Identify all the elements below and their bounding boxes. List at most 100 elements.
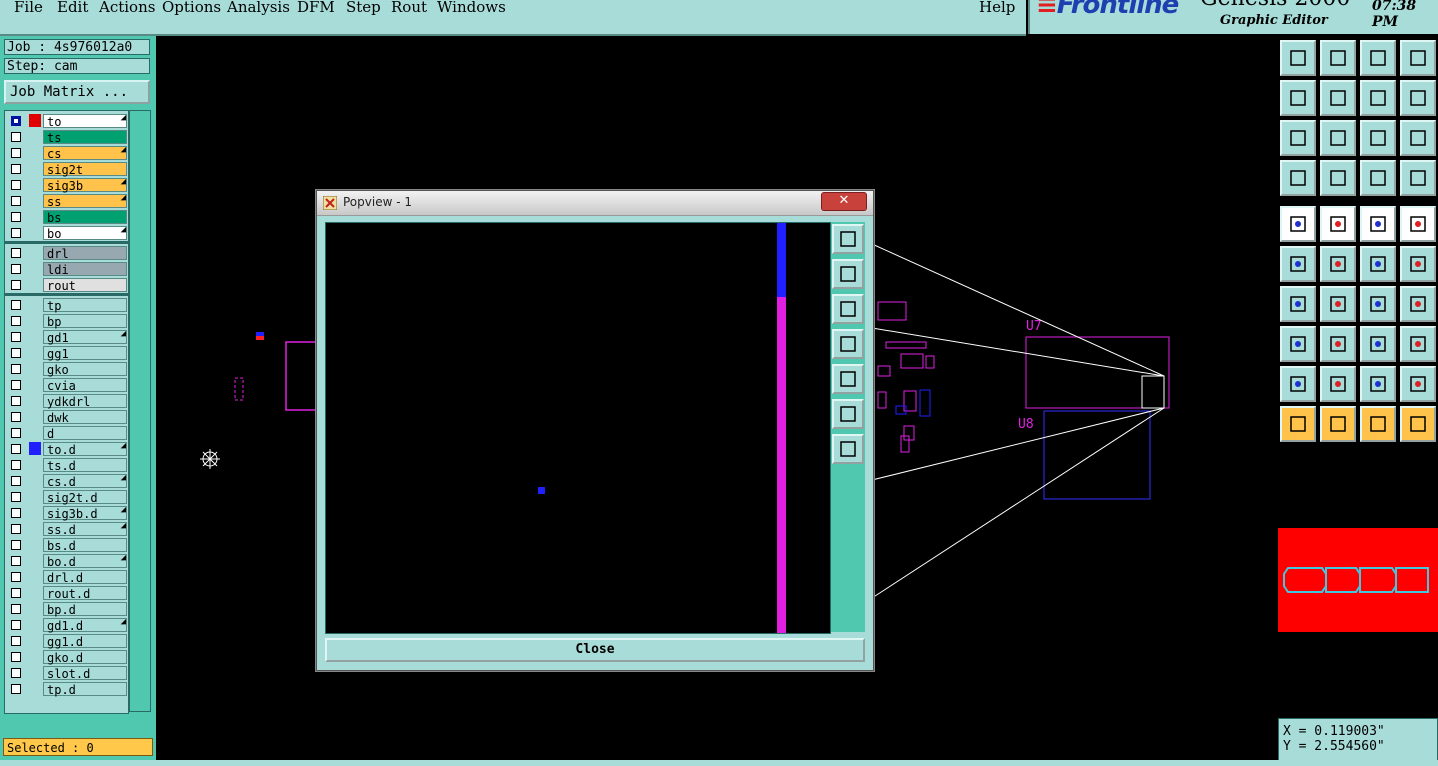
layer-checkbox[interactable] (11, 196, 21, 206)
layer-color-marker[interactable] (29, 246, 41, 259)
one-to-one-button[interactable] (1360, 120, 1396, 156)
layer-name[interactable]: to.d (43, 442, 127, 457)
layer-name[interactable]: drl (43, 246, 127, 261)
layer-name[interactable]: ldi (43, 262, 127, 277)
layer-color-marker[interactable] (29, 618, 41, 631)
layer-row[interactable]: gko.d (5, 649, 128, 665)
layer-checkbox[interactable] (11, 428, 21, 438)
layer-checkbox[interactable] (11, 180, 21, 190)
layer-row[interactable]: gd1 ◢ (5, 329, 128, 345)
layer-color-marker[interactable] (29, 682, 41, 695)
layer-name[interactable]: bs (43, 210, 127, 225)
layer-color-marker[interactable] (29, 330, 41, 343)
layer-color-marker[interactable] (29, 426, 41, 439)
pan-left-button[interactable] (1280, 80, 1316, 116)
layer-name[interactable]: sig2t.d (43, 490, 127, 505)
minus-button[interactable] (1320, 326, 1356, 362)
layer-name[interactable]: cs.d (43, 474, 127, 489)
measure-button[interactable] (1280, 160, 1316, 196)
layer-checkbox[interactable] (11, 572, 21, 582)
layer-name[interactable]: bo (43, 226, 127, 241)
layer-color-marker[interactable] (29, 570, 41, 583)
layer-color-marker[interactable] (29, 298, 41, 311)
layer-checkbox[interactable] (11, 280, 21, 290)
layer-checkbox[interactable] (11, 540, 21, 550)
pv-center-button[interactable] (832, 434, 864, 464)
layer-row[interactable]: ydkdrl (5, 393, 128, 409)
center-button[interactable] (1320, 120, 1356, 156)
layer-name[interactable]: rout.d (43, 586, 127, 601)
layer-name[interactable]: bp.d (43, 602, 127, 617)
layer-name[interactable]: gd1 (43, 330, 127, 345)
layer-row[interactable]: d (5, 425, 128, 441)
layer-name[interactable]: gg1.d (43, 634, 127, 649)
menu-dfm[interactable]: DFM (297, 0, 335, 16)
layer-color-marker[interactable] (29, 538, 41, 551)
layer-name[interactable]: ts (43, 130, 127, 145)
layer-scrollbar[interactable] (129, 110, 151, 712)
pan-right-button[interactable] (1320, 80, 1356, 116)
layer-checkbox[interactable] (11, 620, 21, 630)
pv-zoom-in-button[interactable] (832, 259, 864, 289)
layer-row[interactable]: cs ◢ (5, 145, 128, 161)
layer-checkbox[interactable] (11, 588, 21, 598)
layer-checkbox[interactable] (11, 212, 21, 222)
layer-checkbox[interactable] (11, 316, 21, 326)
layers-red-button[interactable] (1360, 160, 1396, 196)
layer-row[interactable]: bp (5, 313, 128, 329)
layer-row[interactable]: cvia (5, 377, 128, 393)
layer-name[interactable]: gg1 (43, 346, 127, 361)
move-button[interactable] (1280, 326, 1316, 362)
pointer-button[interactable] (1280, 406, 1316, 442)
layer-row[interactable]: rout.d (5, 585, 128, 601)
layer-checkbox[interactable] (11, 132, 21, 142)
layer-checkbox[interactable] (11, 164, 21, 174)
layer-checkbox[interactable] (11, 652, 21, 662)
mirror-button[interactable] (1400, 286, 1436, 322)
layer-color-marker[interactable] (29, 210, 41, 223)
layer-name[interactable]: gko (43, 362, 127, 377)
layer-name[interactable]: to (43, 114, 127, 129)
layer-color-marker[interactable] (29, 410, 41, 423)
layer-row[interactable]: drl.d (5, 569, 128, 585)
layer-checkbox[interactable] (11, 412, 21, 422)
layer-name[interactable]: ss.d (43, 522, 127, 537)
layer-color-marker[interactable] (29, 346, 41, 359)
layer-checkbox[interactable] (11, 556, 21, 566)
layer-name[interactable]: tp (43, 298, 127, 313)
layer-name[interactable]: slot.d (43, 666, 127, 681)
layer-row[interactable]: slot.d (5, 665, 128, 681)
layer-checkbox[interactable] (11, 148, 21, 158)
snap-button[interactable] (1400, 80, 1436, 116)
menu-options[interactable]: Options (162, 0, 221, 16)
layer-color-marker[interactable] (29, 666, 41, 679)
layer-color-marker[interactable] (29, 650, 41, 663)
menu-step[interactable]: Step (346, 0, 381, 16)
window-button[interactable] (1400, 40, 1436, 76)
layer-row[interactable]: ts.d (5, 457, 128, 473)
layer-color-marker[interactable] (29, 506, 41, 519)
layer-name[interactable]: tp.d (43, 682, 127, 697)
layer-row[interactable]: gg1.d (5, 633, 128, 649)
menu-windows[interactable]: Windows (437, 0, 506, 16)
arch-button[interactable] (1360, 366, 1396, 402)
layer-checkbox[interactable] (11, 636, 21, 646)
menu-edit[interactable]: Edit (57, 0, 88, 16)
layer-checkbox[interactable] (11, 364, 21, 374)
home-button[interactable] (1360, 40, 1396, 76)
layer-row[interactable]: sig2t (5, 161, 128, 177)
layer-row[interactable]: sig3b ◢ (5, 177, 128, 193)
layer-checkbox[interactable] (11, 460, 21, 470)
layer-checkbox[interactable] (11, 248, 21, 258)
layer-row[interactable]: cs.d ◢ (5, 473, 128, 489)
layer-row[interactable]: bp.d (5, 601, 128, 617)
menu-rout[interactable]: Rout (391, 0, 427, 16)
layer-row[interactable]: bs.d (5, 537, 128, 553)
layer-row[interactable]: bo ◢ (5, 225, 128, 241)
layer-checkbox[interactable] (11, 444, 21, 454)
connect-button[interactable] (1280, 246, 1316, 282)
layer-checkbox[interactable] (11, 300, 21, 310)
select-button[interactable] (1280, 206, 1316, 242)
layer-color-marker[interactable] (29, 278, 41, 291)
fit-button[interactable] (1280, 120, 1316, 156)
